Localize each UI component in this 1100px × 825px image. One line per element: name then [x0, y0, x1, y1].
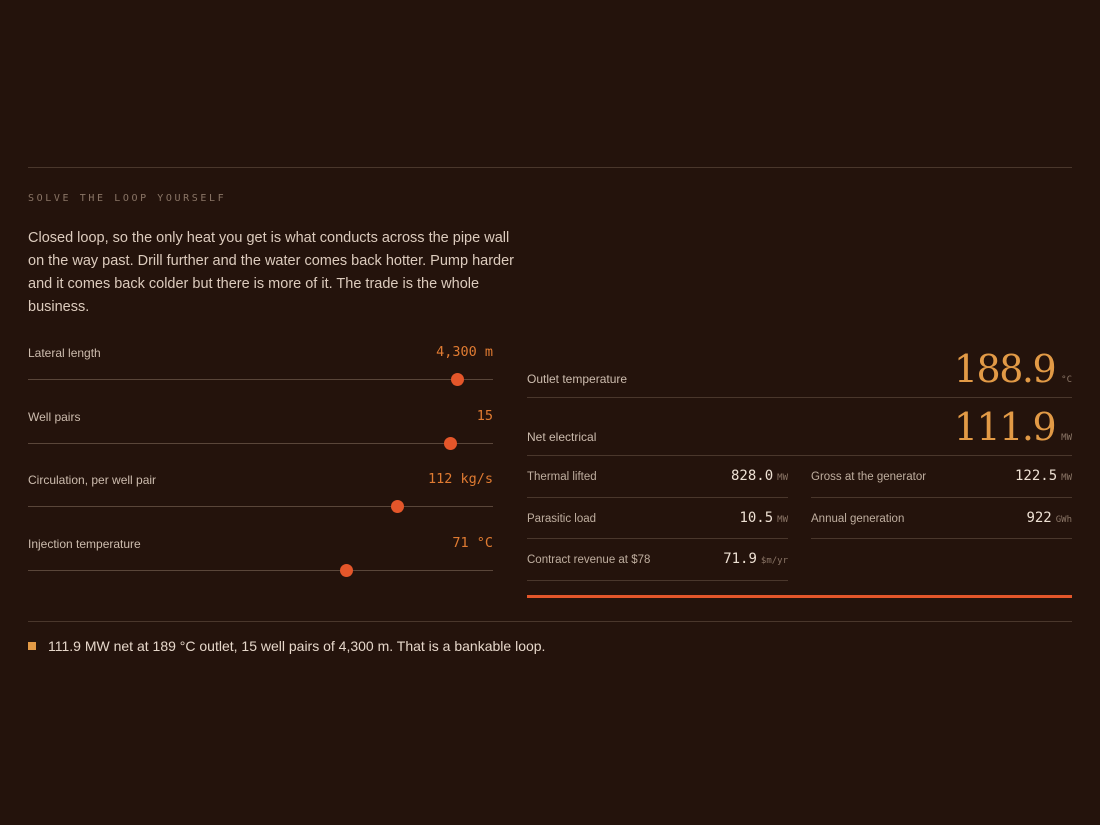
- slider-track[interactable]: [28, 442, 493, 444]
- annual-generation-readout: Annual generation 922 GWh: [811, 498, 1072, 539]
- slider-thumb[interactable]: [390, 500, 404, 513]
- loop-calculator-page: SOLVE THE LOOP YOURSELF Closed loop, so …: [0, 0, 1100, 825]
- slider-track[interactable]: [28, 379, 493, 380]
- slider-track[interactable]: [28, 506, 493, 507]
- slider-track[interactable]: [28, 569, 493, 571]
- control-label: Well pairs: [28, 409, 81, 424]
- control-label: Injection temperature: [28, 536, 141, 551]
- verdict: 111.9 MW net at 189 °C outlet, 15 well p…: [28, 638, 545, 654]
- thermal-lifted-readout: Thermal lifted 828.0 MW: [527, 456, 788, 498]
- outlet-temperature-value: 188.9: [953, 347, 1057, 391]
- slider-thumb[interactable]: [443, 436, 457, 450]
- readout-label: Annual generation: [811, 512, 905, 525]
- control-well-pairs: Well pairs 15: [28, 404, 493, 468]
- readout-unit: MW: [1061, 473, 1072, 483]
- readout-value: 10.5 MW: [739, 510, 788, 526]
- verdict-text: 111.9 MW net at 189 °C outlet, 15 well p…: [48, 638, 546, 654]
- readout-unit: GWh: [1055, 514, 1072, 525]
- control-label: Circulation, per well pair: [28, 473, 157, 487]
- section-eyebrow: SOLVE THE LOOP YOURSELF: [28, 193, 227, 204]
- control-label: Lateral length: [28, 346, 101, 360]
- readout-unit: MW: [1061, 433, 1072, 443]
- verdict-marker-icon: [28, 642, 36, 650]
- readout-value: 122.5 MW: [1015, 468, 1072, 484]
- secondary-readouts: Thermal lifted 828.0 MW Gross at the gen…: [527, 456, 1072, 581]
- readout-number: 10.5: [739, 509, 774, 526]
- controls-panel: Lateral length 4,300 m Well pairs 15 Cir…: [28, 340, 493, 594]
- control-value: 71 °C: [452, 534, 493, 551]
- outlet-temperature-readout: Outlet temperature 188.9 °C: [527, 340, 1072, 398]
- readout-number: 922: [1026, 509, 1052, 526]
- readout-unit: $m/yr: [760, 556, 788, 566]
- gross-generator-readout: Gross at the generator 122.5 MW: [811, 456, 1072, 498]
- readout-label: Contract revenue at $78: [527, 554, 651, 566]
- accent-bar: [527, 595, 1072, 598]
- contract-revenue-readout: Contract revenue at $78 71.9 $m/yr: [527, 539, 788, 581]
- readout-value: 71.9 $m/yr: [723, 551, 788, 567]
- bottom-divider: [28, 621, 1072, 622]
- readout-value: 828.0 MW: [731, 468, 788, 484]
- control-lateral-length: Lateral length 4,300 m: [28, 340, 493, 404]
- top-divider: [28, 167, 1072, 168]
- parasitic-load-readout: Parasitic load 10.5 MW: [527, 498, 788, 539]
- readout-number: 122.5: [1015, 468, 1058, 484]
- control-injection-temperature: Injection temperature 71 °C: [28, 531, 493, 595]
- readout-label: Gross at the generator: [811, 471, 927, 483]
- readout-number: 828.0: [731, 468, 774, 484]
- control-circulation: Circulation, per well pair 112 kg/s: [28, 467, 493, 531]
- readout-value: 922 GWh: [1026, 510, 1072, 526]
- readout-number: 71.9: [723, 551, 757, 567]
- control-value: 15: [476, 407, 493, 424]
- readout-label: Net electrical: [527, 430, 597, 444]
- intro-paragraph: Closed loop, so the only heat you get is…: [28, 230, 514, 315]
- readouts-panel: Outlet temperature 188.9 °C Net electric…: [527, 340, 1072, 581]
- net-electrical-readout: Net electrical 111.9 MW: [527, 398, 1072, 456]
- readout-value: 111.9 MW: [954, 405, 1072, 449]
- readout-unit: °C: [1061, 375, 1072, 385]
- readout-label: Outlet temperature: [527, 372, 628, 386]
- slider-thumb[interactable]: [339, 563, 353, 577]
- net-electrical-value: 111.9: [953, 405, 1057, 449]
- empty-cell: [811, 539, 1072, 581]
- readout-value: 188.9 °C: [954, 347, 1072, 391]
- slider-thumb[interactable]: [451, 373, 465, 386]
- readout-label: Thermal lifted: [527, 471, 597, 483]
- readout-unit: MW: [777, 514, 788, 525]
- control-value: 4,300 m: [436, 344, 493, 360]
- readout-unit: MW: [777, 473, 788, 483]
- control-value: 112 kg/s: [427, 471, 493, 487]
- readout-label: Parasitic load: [527, 512, 597, 525]
